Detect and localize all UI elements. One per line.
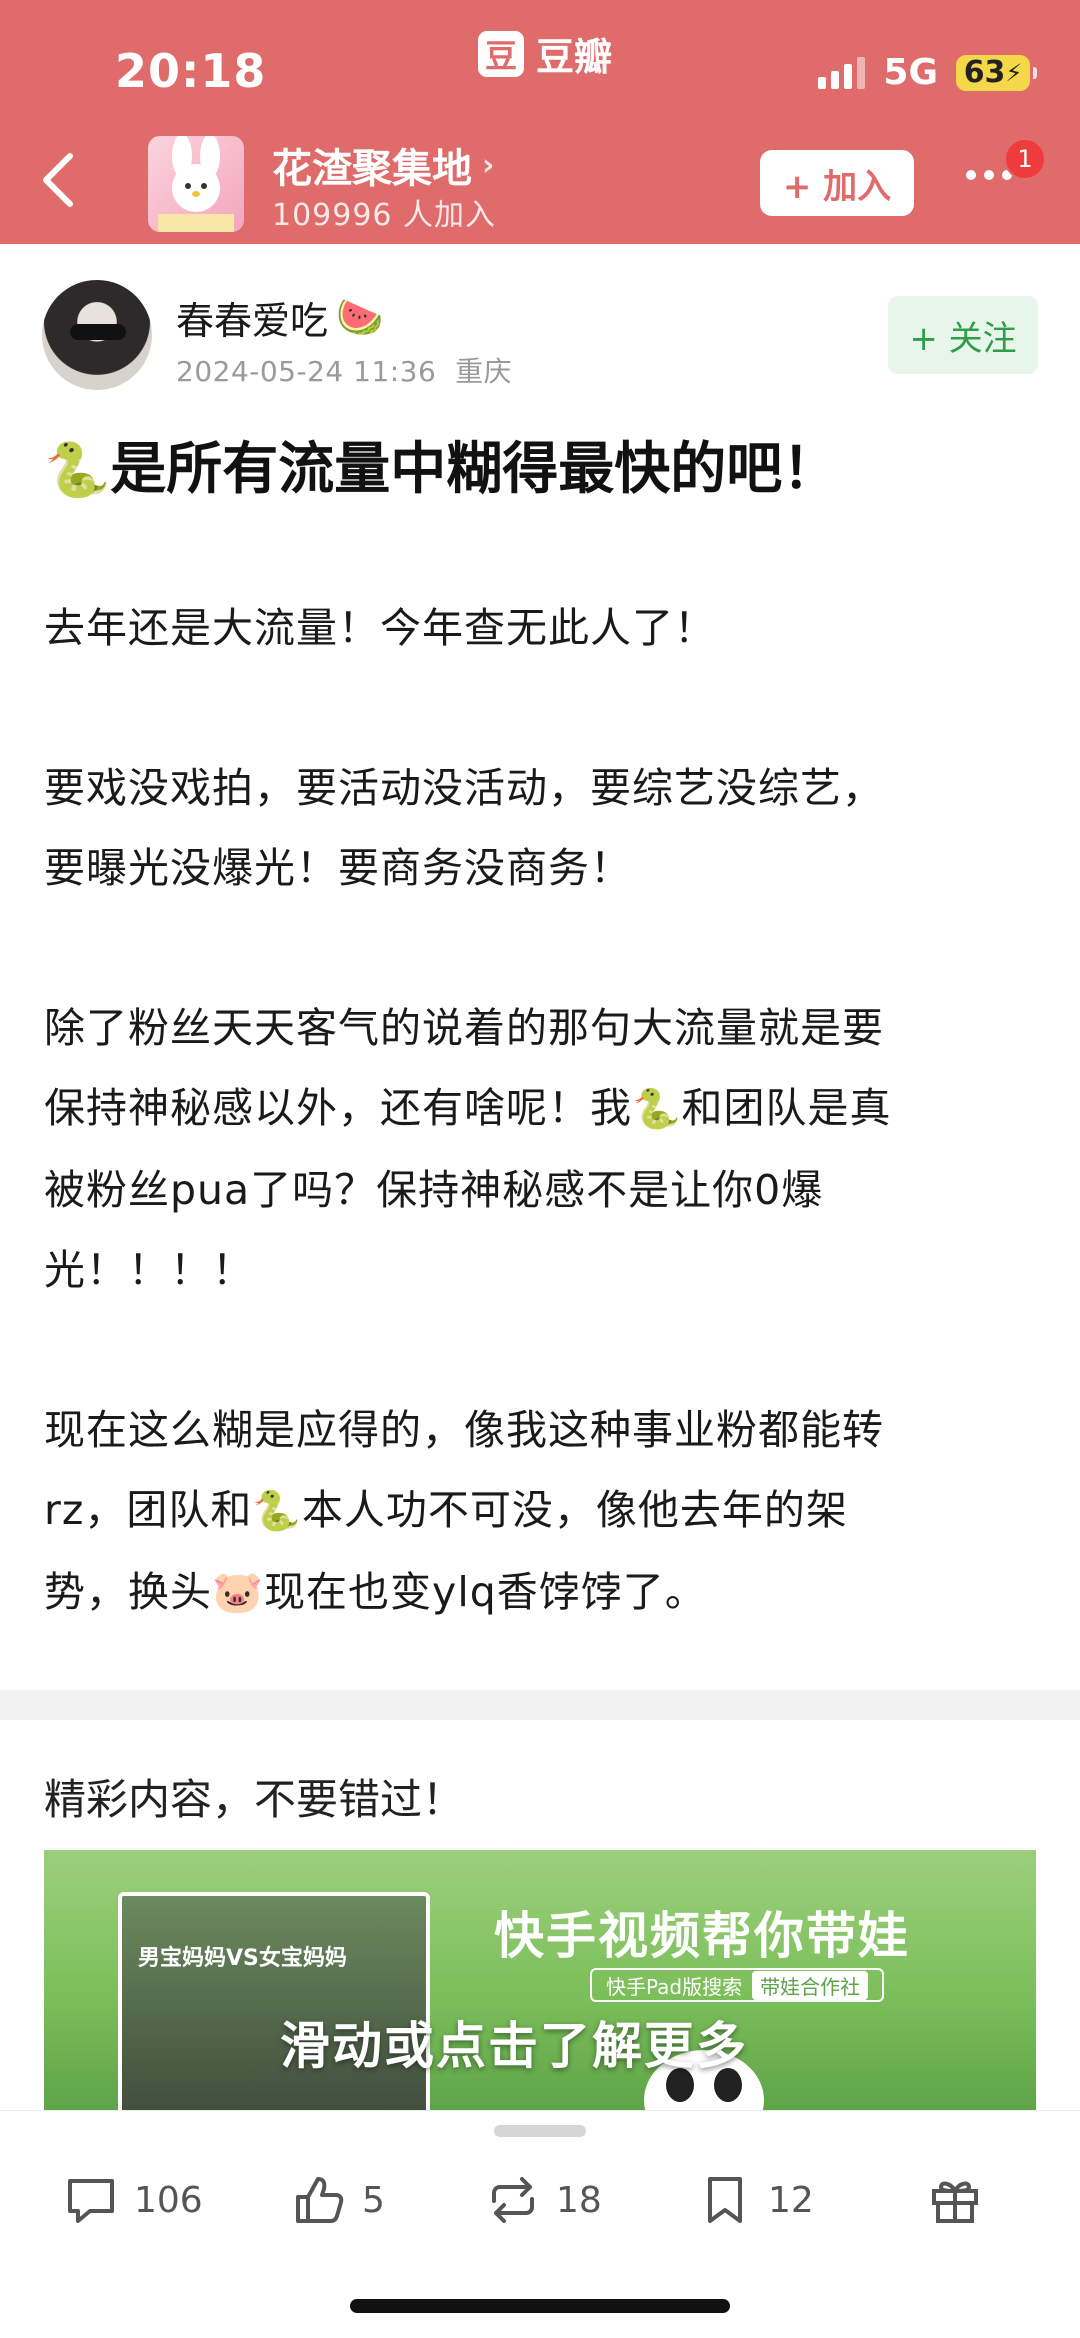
more-options-icon[interactable] <box>966 170 1012 180</box>
battery-icon: 63 ⚡ <box>956 54 1037 91</box>
post-paragraph: 去年还是大流量！今年查无此人了！ <box>44 604 716 652</box>
promo-title: 快手视频帮你带娃 <box>494 1907 910 1965</box>
post-body: 去年还是大流量！今年查无此人了！ 要戏没戏拍，要活动没活动，要综艺没综艺， 要曝… <box>44 588 1044 1712</box>
join-group-button[interactable]: + 加入 <box>760 150 914 216</box>
promo-search-text: 快手Pad版搜索 <box>606 1974 743 1999</box>
promo-thumbnail-label: 男宝妈妈VS女宝妈妈 <box>138 1946 347 1971</box>
signal-icon <box>818 56 866 89</box>
back-arrow-icon[interactable] <box>38 150 78 210</box>
thumbs-up-icon <box>296 2177 344 2223</box>
group-member-count: 109996 人加入 <box>272 198 497 233</box>
pig-emoji: 🐷 <box>212 1568 265 1616</box>
gift-icon <box>932 2181 978 2223</box>
chevron-right-icon: › <box>482 147 495 183</box>
follow-button[interactable]: + 关注 <box>888 296 1038 374</box>
snake-emoji: 🐍 <box>252 1489 302 1534</box>
post-meta: 2024-05-24 11:36 重庆 <box>176 350 512 390</box>
group-avatar[interactable] <box>148 136 244 232</box>
battery-level: 63 <box>963 55 1006 90</box>
post-date: 2024-05-24 11:36 <box>176 355 437 388</box>
comment-icon <box>68 2179 114 2223</box>
snake-emoji: 🐍 <box>44 439 111 501</box>
douban-logo-icon: 豆 <box>478 30 524 77</box>
network-type: 5G <box>883 52 938 93</box>
snake-emoji: 🐍 <box>632 1087 682 1132</box>
author-avatar[interactable] <box>42 280 152 390</box>
author-name[interactable]: 春春爱吃 🍉 <box>176 290 383 345</box>
promo-banner[interactable]: 男宝妈妈VS女宝妈妈 快手视频帮你带娃 快手Pad版搜索 带娃合作社 滑动或点击… <box>44 1850 1036 2112</box>
post-title-text: 是所有流量中糊得最快的吧！ <box>110 437 839 502</box>
promo-search-chip: 带娃合作社 <box>752 1970 869 2000</box>
post-paragraph: 要戏没戏拍，要活动没活动，要综艺没综艺， 要曝光没爆光！要商务没商务！ <box>44 764 884 892</box>
save-count: 12 <box>768 2179 814 2221</box>
paragraph-text: 现在也变ylq香饽饽了。 <box>264 1568 707 1616</box>
group-name-text: 花渣聚集地 <box>272 146 472 192</box>
promo-overlay-text: 滑动或点击了解更多 <box>280 2017 748 2075</box>
comment-count: 106 <box>134 2179 203 2221</box>
home-indicator <box>350 2299 730 2313</box>
reshare-count: 18 <box>556 2179 602 2221</box>
app-logo: 豆 豆瓣 <box>478 26 612 81</box>
status-time: 20:18 <box>115 44 267 98</box>
notification-badge: 1 <box>1004 138 1046 180</box>
gift-button[interactable] <box>926 2171 984 2229</box>
comment-button[interactable]: 106 <box>62 2171 203 2229</box>
like-button[interactable]: 5 <box>290 2171 385 2229</box>
author-name-text: 春春爱吃 <box>176 299 329 343</box>
watermelon-emoji: 🍉 <box>336 295 384 339</box>
post-title: 🐍是所有流量中糊得最快的吧！ <box>44 432 1044 508</box>
drag-handle[interactable] <box>494 2125 586 2137</box>
melody-bunny-icon <box>158 136 234 232</box>
post-paragraph: 现在这么糊是应得的，像我这种事业粉都能转 rz，团队和🐍本人功不可没，像他去年的… <box>44 1390 1044 1632</box>
promo-search-tag: 快手Pad版搜索 带娃合作社 <box>590 1968 885 2002</box>
section-divider <box>0 1690 1080 1720</box>
top-header: 20:18 豆 豆瓣 5G 63 ⚡ 花渣聚集地 › 109996 人加入 + 加… <box>0 0 1080 244</box>
post-paragraph: 除了粉丝天天客气的说着的那句大流量就是要 保持神秘感以外，还有啥呢！我🐍和团队是… <box>44 988 1044 1310</box>
promo-heading: 精彩内容，不要错过！ <box>44 1775 465 1824</box>
post-location: 重庆 <box>455 355 513 388</box>
app-name: 豆瓣 <box>536 35 613 79</box>
reshare-icon <box>492 2177 534 2223</box>
promo-thumbnail <box>118 1892 430 2112</box>
like-count: 5 <box>362 2179 385 2221</box>
save-button[interactable]: 12 <box>696 2171 814 2229</box>
bottom-action-bar: 106 5 18 12 <box>0 2110 1080 2338</box>
status-icons: 5G 63 ⚡ <box>818 52 1037 93</box>
group-name[interactable]: 花渣聚集地 › <box>272 136 494 194</box>
reshare-button[interactable]: 18 <box>484 2171 602 2229</box>
bookmark-icon <box>708 2177 742 2223</box>
